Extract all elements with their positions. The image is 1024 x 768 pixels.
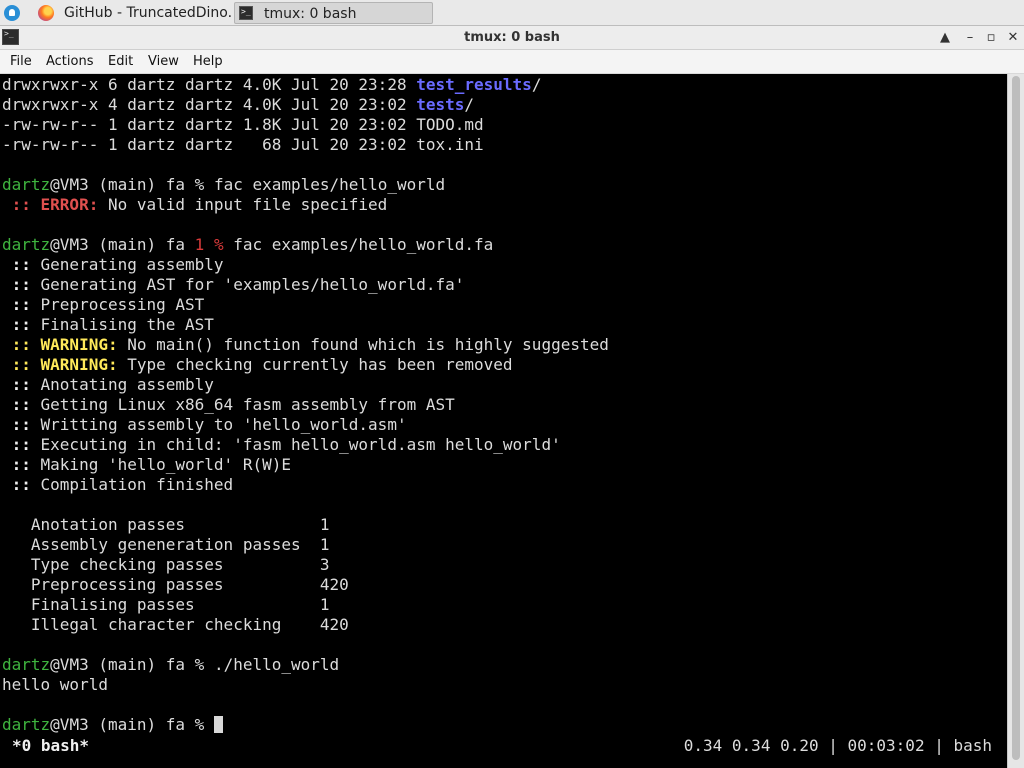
prompt-line: dartz@VM3 (main) fa % fac examples/hello… <box>2 175 446 194</box>
prompt-line: dartz@VM3 (main) fa % ./hello_world <box>2 655 340 674</box>
taskbar-item-firefox[interactable]: GitHub - TruncatedDino... <box>36 2 232 24</box>
stats-line: Type checking passes 3 <box>2 555 330 574</box>
ls-line: -rw-rw-r-- 1 dartz dartz 1.8K Jul 20 23:… <box>2 115 484 134</box>
current-prompt[interactable]: dartz@VM3 (main) fa % <box>2 715 223 735</box>
warning-line: :: WARNING: No main() function found whi… <box>2 335 609 354</box>
scrollbar-thumb[interactable] <box>1012 76 1020 760</box>
menu-view[interactable]: View <box>146 50 181 73</box>
stats-line: Finalising passes 1 <box>2 595 330 614</box>
ls-line: drwxrwxr-x 6 dartz dartz 4.0K Jul 20 23:… <box>2 75 542 94</box>
taskbar-item-terminal[interactable]: >_ tmux: 0 bash <box>234 2 433 24</box>
taskbar-item-label: GitHub - TruncatedDino... <box>64 5 232 21</box>
taskbar-item-label: tmux: 0 bash <box>264 6 357 22</box>
stats-line: Illegal character checking 420 <box>2 615 349 634</box>
menu-bar: File Actions Edit View Help <box>0 50 1024 74</box>
program-output: hello world <box>2 675 108 694</box>
log-line: :: Generating assembly <box>2 255 224 274</box>
log-line: :: Preprocessing AST <box>2 295 205 314</box>
log-line: :: Compilation finished <box>2 475 234 494</box>
firefox-icon <box>38 5 54 21</box>
terminal-area[interactable]: drwxrwxr-x 6 dartz dartz 4.0K Jul 20 23:… <box>0 74 1007 768</box>
close-button[interactable]: ✕ <box>1004 29 1022 47</box>
stats-line: Assembly geneneration passes 1 <box>2 535 330 554</box>
taskbar: GitHub - TruncatedDino... >_ tmux: 0 bas… <box>0 0 1024 26</box>
log-line: :: Anotating assembly <box>2 375 214 394</box>
keep-above-button[interactable]: ▲ <box>936 29 954 47</box>
prompt-line: dartz@VM3 (main) fa 1 % fac examples/hel… <box>2 235 494 254</box>
log-line: :: Finalising the AST <box>2 315 214 334</box>
ls-line: -rw-rw-r-- 1 dartz dartz 68 Jul 20 23:02… <box>2 135 484 154</box>
log-line: :: Making 'hello_world' R(W)E <box>2 455 291 474</box>
menu-actions[interactable]: Actions <box>44 50 96 73</box>
log-line: :: Generating AST for 'examples/hello_wo… <box>2 275 465 294</box>
minimize-button[interactable]: – <box>961 29 979 47</box>
tmux-status-info: 0.34 0.34 0.20 | 00:03:02 | bash <box>683 736 992 755</box>
menu-help[interactable]: Help <box>191 50 225 73</box>
menu-file[interactable]: File <box>8 50 34 73</box>
app-launcher-icon[interactable] <box>4 5 20 21</box>
log-line: :: Executing in child: 'fasm hello_world… <box>2 435 561 454</box>
stats-line: Anotation passes 1 <box>2 515 330 534</box>
ls-line: drwxrwxr-x 4 dartz dartz 4.0K Jul 20 23:… <box>2 95 475 114</box>
warning-line: :: WARNING: Type checking currently has … <box>2 355 513 374</box>
window-titlebar[interactable]: >_ tmux: 0 bash ▲ – ▫ ✕ <box>0 26 1024 50</box>
error-line: :: ERROR: No valid input file specified <box>2 195 388 214</box>
window-title: tmux: 0 bash <box>464 30 560 45</box>
menu-edit[interactable]: Edit <box>106 50 135 73</box>
tmux-window-list: *0 bash* <box>12 736 90 755</box>
terminal-icon: >_ <box>239 6 253 20</box>
log-line: :: Writting assembly to 'hello_world.asm… <box>2 415 407 434</box>
log-line: :: Getting Linux x86_64 fasm assembly fr… <box>2 395 455 414</box>
maximize-button[interactable]: ▫ <box>982 29 1000 47</box>
stats-line: Preprocessing passes 420 <box>2 575 349 594</box>
text-cursor <box>213 716 223 733</box>
scrollbar[interactable] <box>1007 74 1024 768</box>
